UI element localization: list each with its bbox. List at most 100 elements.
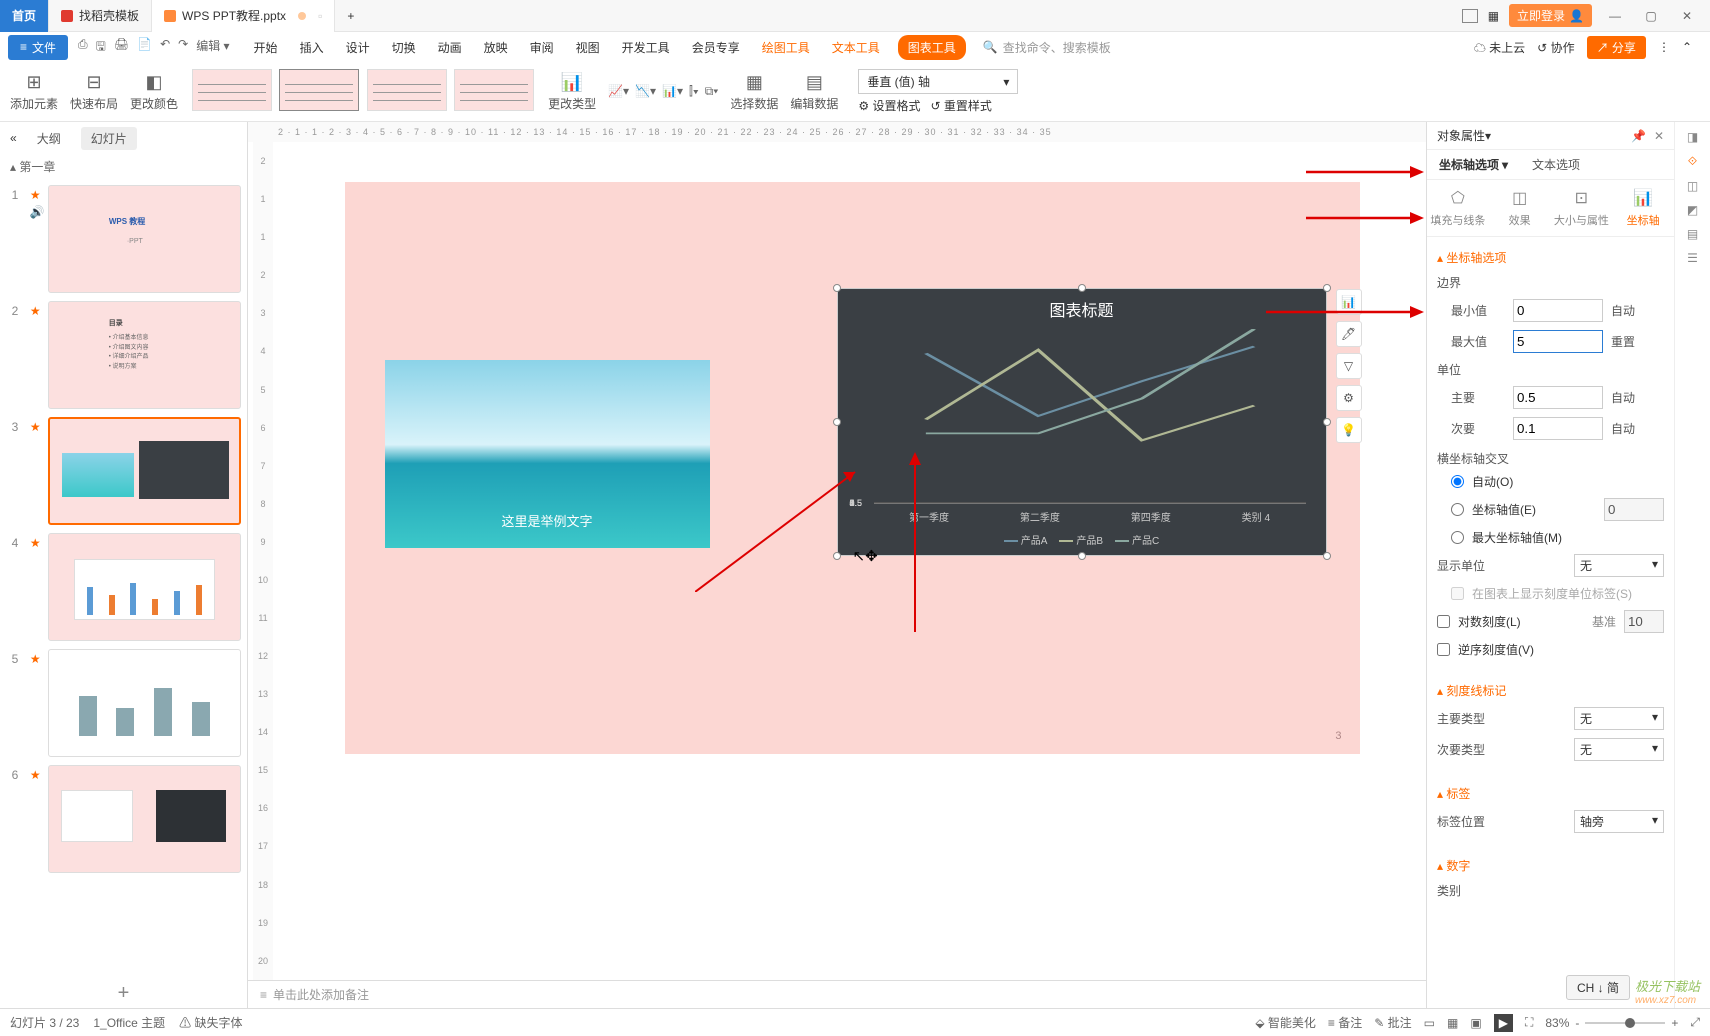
slide-thumb-2[interactable]: 目录• 介绍基本信息• 介绍图文内容• 详细介绍产品• 说明方案 xyxy=(48,301,241,409)
auto-button[interactable]: 自动 xyxy=(1611,302,1635,319)
reset-style-button[interactable]: ↺ 重置样式 xyxy=(930,97,991,114)
resize-handle[interactable] xyxy=(833,552,841,560)
login-button[interactable]: 立即登录👤 xyxy=(1509,4,1592,27)
window-layout-icon[interactable] xyxy=(1462,9,1478,23)
more-icon[interactable]: ⋮ xyxy=(1658,40,1670,54)
fullscreen-icon[interactable]: ⤢ xyxy=(1690,1015,1700,1030)
reset-button[interactable]: 重置 xyxy=(1611,333,1635,350)
effects-tab[interactable]: ◫效果 xyxy=(1489,180,1551,236)
change-type-button[interactable]: 📊更改类型 xyxy=(548,72,596,112)
menu-charttools[interactable]: 图表工具 xyxy=(898,35,966,60)
edit-data-button[interactable]: ▤编辑数据 xyxy=(790,72,838,112)
major-input[interactable] xyxy=(1513,386,1603,409)
dropdown-icon[interactable]: ▫ xyxy=(318,9,322,23)
major-type-select[interactable]: 无▾ xyxy=(1574,707,1664,730)
view-sorter-icon[interactable]: ▦ xyxy=(1447,1016,1458,1030)
size-props-tab[interactable]: ⊡大小与属性 xyxy=(1551,180,1613,236)
slide-thumb-1[interactable]: WPS 教程·PPT xyxy=(48,185,241,293)
resize-handle[interactable] xyxy=(1078,284,1086,292)
close-button[interactable]: ✕ xyxy=(1674,5,1700,27)
view-reading-icon[interactable]: ▣ xyxy=(1470,1016,1481,1030)
menu-start[interactable]: 开始 xyxy=(250,35,282,60)
open-icon[interactable]: ⎙ xyxy=(78,37,88,58)
add-element-button[interactable]: ⊞添加元素 xyxy=(10,72,58,112)
resize-handle[interactable] xyxy=(833,284,841,292)
resize-handle[interactable] xyxy=(1323,552,1331,560)
missing-fonts[interactable]: ⚠ 缺失字体 xyxy=(179,1014,242,1031)
set-format-button[interactable]: ⚙ 设置格式 xyxy=(858,97,920,114)
chart-mini-5[interactable]: ⧉▾ xyxy=(705,84,719,99)
image-placeholder[interactable]: 这里是举例文字 xyxy=(385,360,710,548)
chart-object[interactable]: 图表标题 5 4.5 4 3.5 3 2.5 2 1.5 1 0.5 xyxy=(837,288,1327,556)
command-search[interactable]: 🔍 查找命令、搜索模板 xyxy=(983,39,1111,56)
print-icon[interactable]: 🖨 xyxy=(114,37,129,58)
slide-thumb-5[interactable] xyxy=(48,649,241,757)
chart-filters-button[interactable]: ▽ xyxy=(1336,353,1362,379)
print-preview-icon[interactable]: 📄 xyxy=(137,37,152,58)
resize-handle[interactable] xyxy=(833,418,841,426)
add-slide-button[interactable]: + xyxy=(0,978,247,1008)
maximize-button[interactable]: ▢ xyxy=(1638,5,1664,27)
text-options-tab[interactable]: 文本选项 xyxy=(1520,150,1592,179)
collab-button[interactable]: ↺ 协作 xyxy=(1537,39,1574,56)
chapter-label[interactable]: ▴ 第一章 xyxy=(0,154,247,179)
zoom-control[interactable]: 83% -+ xyxy=(1545,1016,1678,1030)
minimize-button[interactable]: — xyxy=(1602,5,1628,27)
slide-thumb-4[interactable] xyxy=(48,533,241,641)
style-gallery[interactable] xyxy=(190,69,536,114)
slideshow-button[interactable]: ▶ xyxy=(1494,1014,1513,1032)
slide-thumb-3[interactable] xyxy=(48,417,241,525)
notes-button[interactable]: ≡ 备注 xyxy=(1328,1014,1362,1031)
chart-styles-button[interactable]: 🖊 xyxy=(1336,321,1362,347)
collapse-ribbon-icon[interactable]: ⌃ xyxy=(1682,40,1692,54)
slides-tab[interactable]: 幻灯片 xyxy=(81,127,137,150)
cloud-status[interactable]: ☁ 未上云 xyxy=(1474,39,1525,56)
comments-button[interactable]: ✎ 批注 xyxy=(1374,1014,1411,1031)
minor-type-select[interactable]: 无▾ xyxy=(1574,738,1664,761)
section-axis-options[interactable]: ▴ 坐标轴选项 xyxy=(1437,245,1664,270)
select-data-button[interactable]: ▦选择数据 xyxy=(730,72,778,112)
undo-icon[interactable]: ↶ xyxy=(160,37,170,58)
chart-plot-area[interactable]: 5 4.5 4 3.5 3 2.5 2 1.5 1 0.5 0 xyxy=(874,329,1306,504)
chart-elements-button[interactable]: 📊 xyxy=(1336,289,1362,315)
share-button[interactable]: ↗ 分享 xyxy=(1587,36,1646,59)
menu-dev[interactable]: 开发工具 xyxy=(618,35,674,60)
outline-tab[interactable]: 大纲 xyxy=(27,127,71,150)
menu-insert[interactable]: 插入 xyxy=(296,35,328,60)
side-icon-6[interactable]: ☰ xyxy=(1687,251,1698,265)
tab-new[interactable]: + xyxy=(335,0,366,32)
menu-drawtools[interactable]: 绘图工具 xyxy=(758,35,814,60)
chart-mini-4[interactable]: ⫿▾ xyxy=(689,84,699,99)
reverse-checkbox[interactable] xyxy=(1437,643,1450,656)
slide-canvas[interactable]: 这里是举例文字 图表标题 5 4.5 4 3.5 3 2.5 2 1.5 xyxy=(345,182,1360,754)
resize-handle[interactable] xyxy=(1323,284,1331,292)
close-panel-icon[interactable]: ✕ xyxy=(1654,129,1664,143)
redo-icon[interactable]: ↷ xyxy=(178,37,188,58)
quick-layout-button[interactable]: ⊟快速布局 xyxy=(70,72,118,112)
ime-indicator[interactable]: CH ↓ 简 xyxy=(1566,975,1630,1000)
chevron-down-icon[interactable]: ▾ xyxy=(1485,129,1491,143)
side-icon-1[interactable]: ◨ xyxy=(1687,130,1698,144)
tab-file-current[interactable]: WPS PPT教程.pptx ▫ xyxy=(152,0,335,32)
menu-texttools[interactable]: 文本工具 xyxy=(828,35,884,60)
chart-tips-button[interactable]: 💡 xyxy=(1336,417,1362,443)
edit-dropdown[interactable]: 编辑 ▾ xyxy=(196,37,229,58)
section-number[interactable]: ▴ 数字 xyxy=(1437,853,1664,878)
tab-home[interactable]: 首页 xyxy=(0,0,49,32)
resize-handle[interactable] xyxy=(1323,418,1331,426)
tab-template[interactable]: 找稻壳模板 xyxy=(49,0,152,32)
menu-slideshow[interactable]: 放映 xyxy=(480,35,512,60)
beautify-button[interactable]: ⬙ 智能美化 xyxy=(1255,1014,1316,1031)
display-unit-select[interactable]: 无▾ xyxy=(1574,554,1664,577)
menu-view[interactable]: 视图 xyxy=(572,35,604,60)
notes-pane[interactable]: ≡ 单击此处添加备注 xyxy=(248,980,1426,1008)
menu-animation[interactable]: 动画 xyxy=(434,35,466,60)
grid-icon[interactable]: ▦ xyxy=(1488,9,1499,23)
section-tick-marks[interactable]: ▴ 刻度线标记 xyxy=(1437,678,1664,703)
side-icon-4[interactable]: ◩ xyxy=(1687,203,1698,217)
max-input[interactable] xyxy=(1513,330,1603,353)
axis-select[interactable]: 垂直 (值) 轴▾ xyxy=(858,69,1018,94)
change-color-button[interactable]: ◧更改颜色 xyxy=(130,72,178,112)
label-pos-select[interactable]: 轴旁▾ xyxy=(1574,810,1664,833)
pin-icon[interactable]: 📌 xyxy=(1631,129,1646,143)
